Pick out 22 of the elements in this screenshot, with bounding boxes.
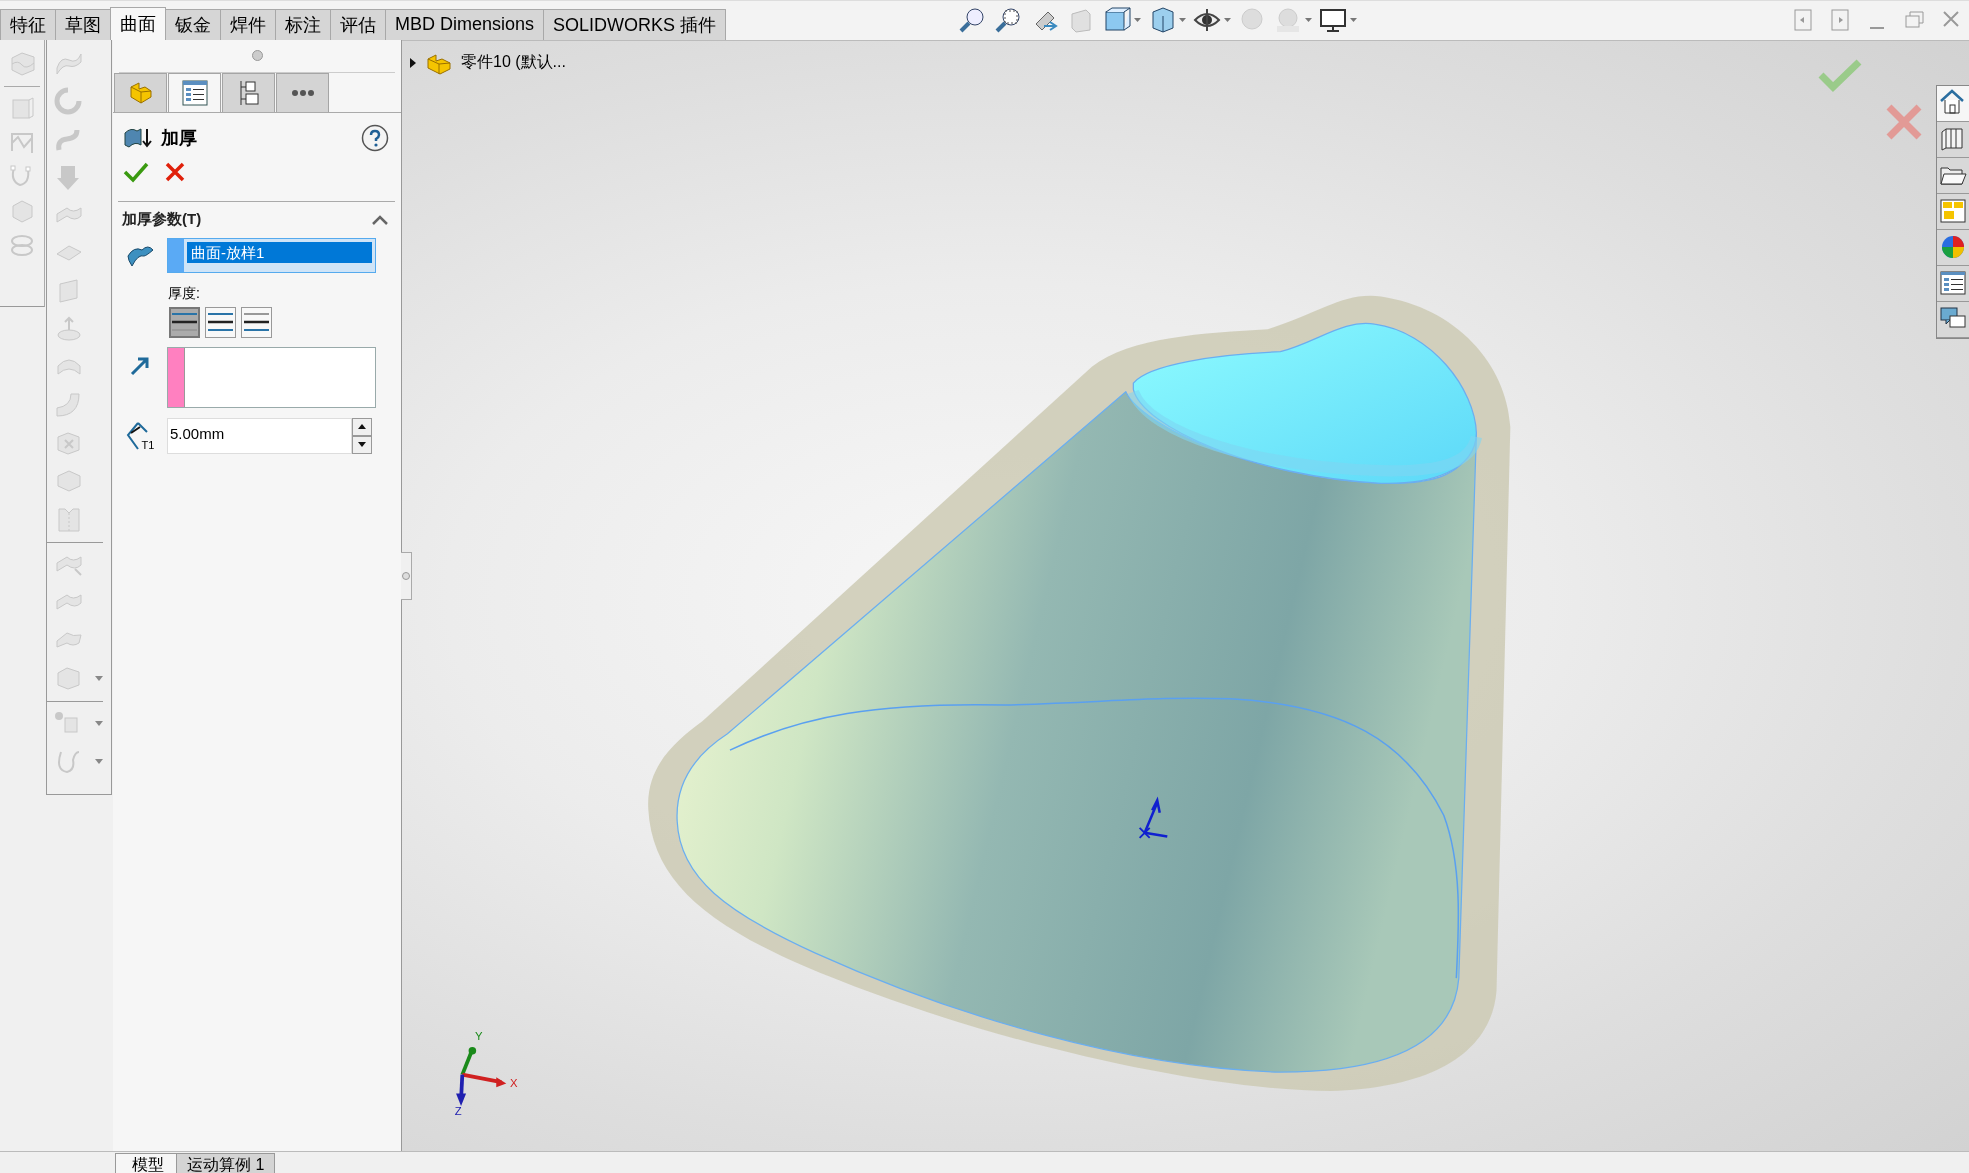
tree-item[interactable]: 零件10 (默认...: [461, 52, 566, 74]
thickness-symbol: T1: [141, 438, 155, 451]
bottom-tab[interactable]: 模型: [115, 1153, 177, 1173]
axis-label: Z: [454, 1104, 462, 1117]
command-tab[interactable]: 焊件: [220, 8, 276, 40]
command-tab[interactable]: MBD Dimensions: [385, 8, 545, 40]
bottom-tab[interactable]: 运动算例 1: [176, 1153, 276, 1173]
command-tab[interactable]: 特征: [0, 8, 56, 40]
command-tab[interactable]: SOLIDWORKS 插件: [543, 8, 727, 40]
command-tab[interactable]: 标注: [275, 8, 331, 40]
thickness-field[interactable]: 5.00mm: [167, 417, 352, 454]
thickness-label: 厚度:: [168, 284, 201, 303]
command-tab[interactable]: 草图: [55, 8, 111, 40]
axis-label: X: [510, 1077, 518, 1090]
command-tab[interactable]: 评估: [330, 8, 386, 40]
section-title: 加厚参数(T): [122, 210, 202, 230]
panel-title: 加厚: [161, 126, 198, 150]
selection-field[interactable]: 曲面-放样1: [167, 237, 376, 273]
axis-label: Y: [474, 1029, 483, 1042]
selected-item[interactable]: 曲面-放样1: [187, 241, 372, 263]
command-tab[interactable]: 曲面: [110, 6, 166, 40]
command-tab[interactable]: 钣金: [165, 8, 221, 40]
